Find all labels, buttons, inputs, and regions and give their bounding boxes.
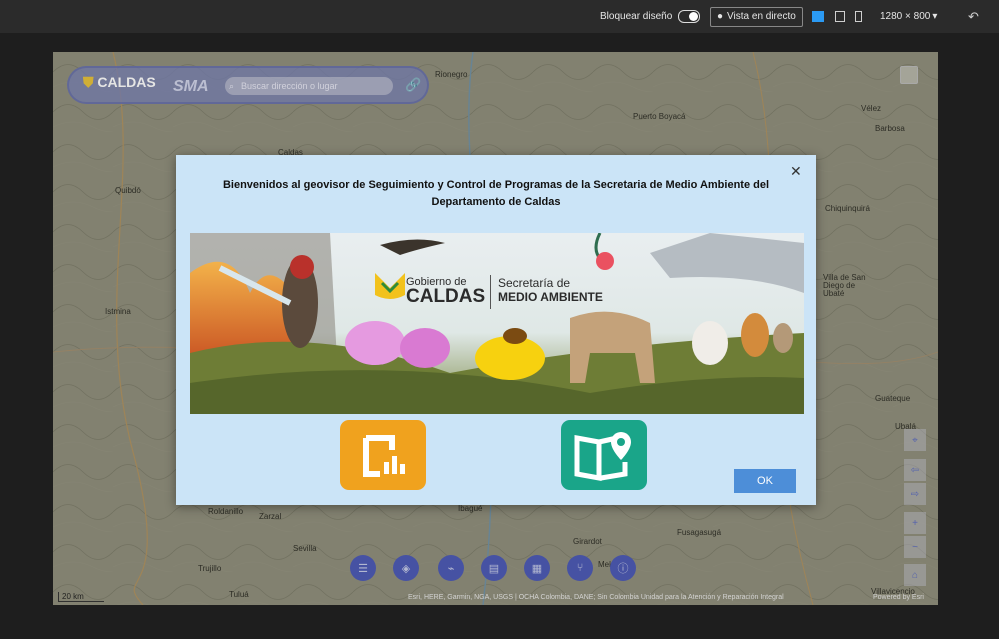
- resolution-dropdown[interactable]: 1280 × 800 ▾: [880, 0, 937, 33]
- desktop-icon[interactable]: [812, 11, 824, 22]
- phone-icon[interactable]: [855, 11, 862, 22]
- toggle-switch-icon[interactable]: [678, 10, 701, 23]
- logo-divider: [490, 275, 491, 309]
- banner-sec-logo: Secretaría de MEDIO AMBIENTE: [498, 276, 603, 304]
- live-view-label: Vista en directo: [727, 11, 796, 22]
- tablet-icon[interactable]: [835, 11, 845, 22]
- dashboard-app-icon[interactable]: [340, 420, 426, 490]
- live-view-button[interactable]: ● Vista en directo: [710, 0, 803, 33]
- dot-icon: ●: [717, 11, 724, 22]
- map-book-icon: [574, 432, 631, 481]
- builder-topbar: Bloquear diseño ● Vista en directo 1280 ×…: [0, 0, 999, 33]
- sec-line1: Secretaría de: [498, 276, 571, 290]
- lock-design-label: Bloquear diseño: [600, 11, 673, 22]
- banner-illustration: [190, 233, 804, 414]
- welcome-dialog: ✕ Bienvenidos al geovisor de Seguimiento…: [176, 155, 816, 505]
- welcome-banner-image: Gobierno de CALDAS Secretaría de MEDIO A…: [190, 233, 804, 414]
- resolution-label: 1280 × 800: [880, 11, 931, 22]
- story-map-app-icon[interactable]: [561, 420, 647, 490]
- ok-button[interactable]: OK: [734, 469, 796, 493]
- dialog-title: Bienvenidos al geovisor de Seguimiento y…: [222, 179, 770, 208]
- undo-icon[interactable]: ↶: [968, 9, 979, 25]
- gov-line2: CALDAS: [406, 286, 486, 307]
- chevron-down-icon: ▾: [932, 11, 938, 22]
- sec-line2: MEDIO AMBIENTE: [498, 290, 603, 304]
- lock-design-toggle[interactable]: Bloquear diseño: [600, 0, 701, 33]
- chart-icon: [363, 435, 405, 477]
- banner-gov-logo: Gobierno de CALDAS: [406, 276, 485, 306]
